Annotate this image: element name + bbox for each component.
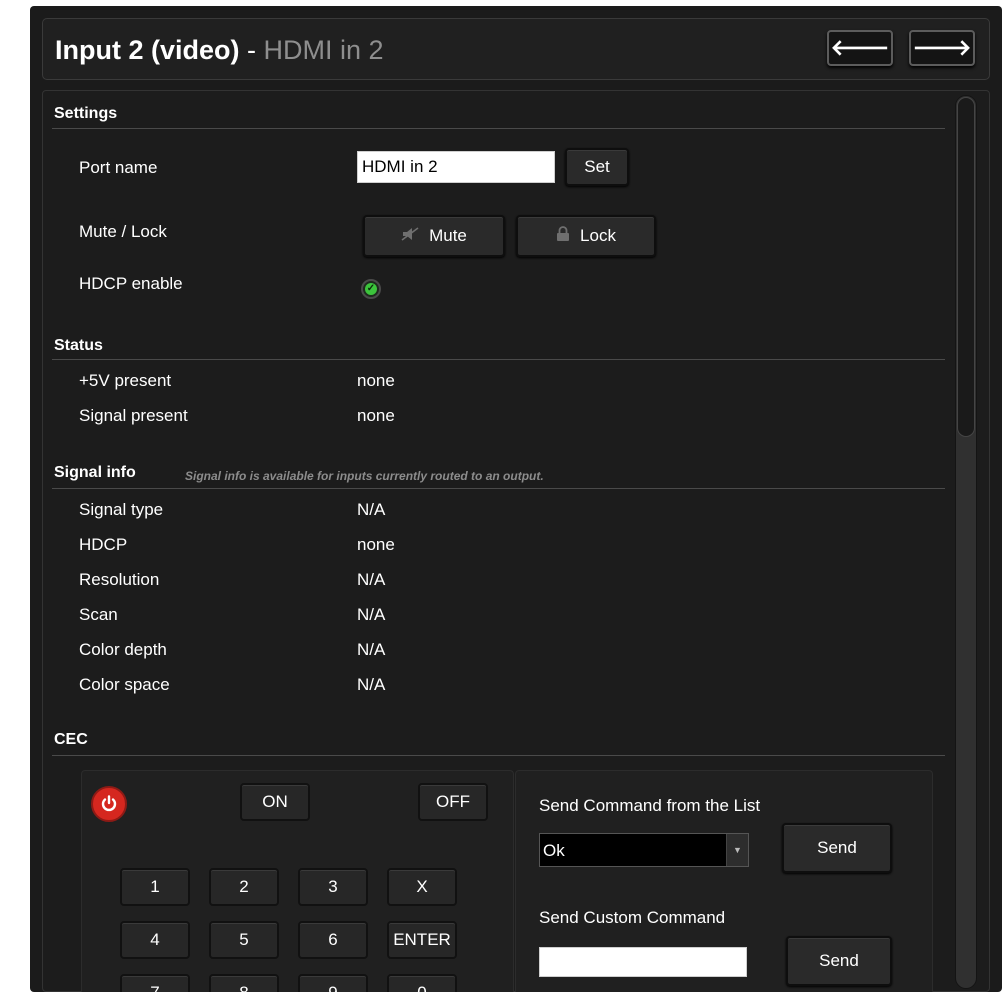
scrollbar-thumb[interactable] — [957, 97, 975, 437]
set-label: Set — [584, 157, 610, 176]
send-from-list-label: Send Command from the List — [539, 796, 761, 815]
key-label: 1 — [150, 877, 160, 896]
custom-command-input[interactable] — [539, 947, 747, 977]
title-port-name: HDMI in 2 — [263, 35, 384, 65]
hdcp-value: none — [357, 535, 395, 554]
panel-header: Input 2 (video) - HDMI in 2 🡐 🡒 — [42, 18, 990, 80]
plus5v-present-label: +5V present — [79, 371, 172, 390]
port-name-label: Port name — [79, 158, 158, 177]
port-name-input[interactable] — [357, 151, 555, 183]
cec-remote-panel: ON OFF 1 2 3 X 4 5 6 ENTER 7 8 9 0 — [81, 770, 514, 992]
key-x-button[interactable]: X — [387, 868, 457, 906]
check-icon: ✓ — [365, 283, 377, 295]
key-label: 8 — [239, 983, 248, 992]
mute-label: Mute — [429, 226, 467, 245]
set-port-name-button[interactable]: Set — [565, 148, 629, 186]
title-main: Input 2 (video) — [55, 35, 240, 65]
mute-button[interactable]: Mute — [363, 215, 505, 257]
page-title: Input 2 (video) - HDMI in 2 — [55, 35, 384, 66]
resolution-label: Resolution — [79, 570, 160, 589]
input-port-panel: Input 2 (video) - HDMI in 2 🡐 🡒 Settings… — [30, 6, 1002, 992]
command-select[interactable]: Ok ▼ — [539, 833, 749, 867]
mute-lock-label: Mute / Lock — [79, 222, 167, 241]
status-divider — [52, 359, 945, 360]
send-list-command-button[interactable]: Send — [782, 823, 892, 873]
send-label: Send — [819, 951, 859, 970]
signal-present-value: none — [357, 406, 395, 425]
lock-label: Lock — [580, 226, 616, 245]
send-custom-command-button[interactable]: Send — [786, 936, 892, 986]
key-label: 4 — [150, 930, 160, 949]
previous-port-button[interactable]: 🡐 — [827, 30, 893, 66]
key-label: 2 — [239, 877, 249, 896]
off-label: OFF — [436, 792, 470, 811]
cec-heading: CEC — [54, 731, 88, 748]
hdcp-label: HDCP — [79, 535, 128, 554]
power-button[interactable] — [91, 786, 127, 822]
next-port-button[interactable]: 🡒 — [909, 30, 975, 66]
key-3-button[interactable]: 3 — [298, 868, 368, 906]
key-0-button[interactable]: 0 — [387, 974, 457, 992]
port-details-content: Settings Port name Set Mute / Lock Mute … — [42, 90, 990, 992]
key-label: 5 — [239, 930, 249, 949]
key-4-button[interactable]: 4 — [120, 921, 190, 959]
key-6-button[interactable]: 6 — [298, 921, 368, 959]
scan-value: N/A — [357, 605, 386, 624]
settings-divider — [52, 128, 945, 129]
key-label: 6 — [328, 930, 338, 949]
key-9-button[interactable]: 9 — [298, 974, 368, 992]
key-1-button[interactable]: 1 — [120, 868, 190, 906]
key-label: X — [416, 877, 428, 896]
cec-command-panel: Send Command from the List Ok ▼ Send Sen… — [515, 770, 933, 992]
color-depth-label: Color depth — [79, 640, 167, 659]
scan-label: Scan — [79, 605, 118, 624]
arrow-left-icon: 🡐 — [830, 35, 890, 60]
signal-info-note: Signal info is available for inputs curr… — [185, 469, 544, 483]
scrollbar[interactable] — [955, 95, 977, 989]
signal-present-label: Signal present — [79, 406, 188, 425]
title-separator: - — [239, 35, 264, 65]
color-space-label: Color space — [79, 675, 170, 694]
lock-icon — [556, 226, 570, 246]
power-icon — [101, 795, 117, 812]
plus5v-present-value: none — [357, 371, 395, 390]
key-7-button[interactable]: 7 — [120, 974, 190, 992]
cec-on-button[interactable]: ON — [240, 783, 310, 821]
cec-off-button[interactable]: OFF — [418, 783, 488, 821]
arrow-right-icon: 🡒 — [912, 35, 972, 60]
send-custom-label: Send Custom Command — [539, 908, 726, 927]
key-label: ENTER — [393, 930, 451, 949]
cec-divider — [52, 755, 945, 756]
mute-icon — [401, 227, 419, 245]
signal-type-value: N/A — [357, 500, 386, 519]
key-2-button[interactable]: 2 — [209, 868, 279, 906]
status-heading: Status — [54, 337, 103, 354]
key-enter-button[interactable]: ENTER — [387, 921, 457, 959]
key-label: 0 — [417, 983, 426, 992]
color-depth-value: N/A — [357, 640, 386, 659]
color-space-value: N/A — [357, 675, 386, 694]
key-label: 9 — [328, 983, 337, 992]
send-label: Send — [817, 838, 857, 857]
settings-heading: Settings — [54, 105, 118, 122]
selected-command: Ok — [543, 841, 565, 860]
key-5-button[interactable]: 5 — [209, 921, 279, 959]
signal-info-heading: Signal info — [54, 464, 136, 481]
key-label: 7 — [150, 983, 159, 992]
key-8-button[interactable]: 8 — [209, 974, 279, 992]
lock-button[interactable]: Lock — [516, 215, 656, 257]
hdcp-enable-checkbox[interactable]: ✓ — [361, 279, 381, 299]
signal-type-label: Signal type — [79, 500, 164, 519]
signal-info-divider — [52, 488, 945, 489]
resolution-value: N/A — [357, 570, 386, 589]
on-label: ON — [262, 792, 288, 811]
key-label: 3 — [328, 877, 338, 896]
chevron-down-icon: ▼ — [726, 834, 748, 866]
hdcp-enable-label: HDCP enable — [79, 274, 183, 293]
